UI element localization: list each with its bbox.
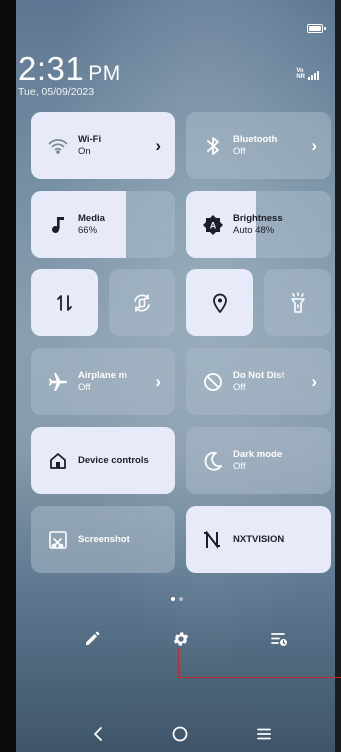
bluetooth-icon	[202, 135, 224, 157]
back-icon	[94, 727, 102, 741]
auto-rotate-tile[interactable]	[109, 269, 175, 336]
dnd-expand-chevron-icon[interactable]: ›	[311, 372, 317, 392]
page-dot[interactable]	[179, 597, 183, 601]
airplane-icon	[47, 371, 69, 393]
screenshot-icon	[47, 529, 69, 551]
location-tile[interactable]	[186, 269, 253, 336]
moon-icon	[202, 450, 224, 472]
notification-history-icon	[271, 633, 287, 646]
airplane-mode-tile[interactable]: Airplane m Off ›	[31, 348, 175, 415]
music-note-icon	[47, 214, 69, 236]
wifi-icon	[47, 135, 69, 157]
wifi-expand-chevron-icon[interactable]: ›	[155, 136, 161, 156]
home-nav-icon	[172, 726, 188, 742]
edit-icon	[86, 631, 100, 645]
media-volume-slider[interactable]: Media 66%	[31, 191, 175, 258]
bluetooth-expand-chevron-icon[interactable]: ›	[311, 136, 317, 156]
svg-text:A: A	[210, 220, 217, 230]
mobile-data-tile[interactable]	[31, 269, 98, 336]
airplane-expand-chevron-icon[interactable]: ›	[155, 372, 161, 392]
date-label: Tue, 05/09/2023	[18, 86, 95, 98]
location-pin-icon	[209, 292, 231, 314]
flashlight-icon	[287, 291, 309, 314]
home-icon	[47, 450, 69, 472]
do-not-disturb-tile[interactable]: Do Not Dist Off ›	[186, 348, 331, 415]
menu-icon	[257, 728, 271, 740]
screenshot-tile[interactable]: Screenshot	[31, 506, 175, 573]
device-controls-tile[interactable]: Device controls	[31, 427, 175, 494]
device-frame-right	[335, 0, 341, 752]
device-frame-left	[0, 0, 16, 752]
flashlight-tile[interactable]	[264, 269, 331, 336]
do-not-disturb-icon	[202, 371, 224, 393]
nxtvision-tile[interactable]: NXTVISION	[186, 506, 331, 573]
settings-icon	[173, 632, 189, 646]
brightness-auto-icon: A	[202, 214, 224, 236]
signal-icon: Vo NR	[296, 68, 319, 80]
bluetooth-tile[interactable]: Bluetooth Off ›	[186, 112, 331, 179]
brightness-slider[interactable]: A Brightness Auto 48%	[186, 191, 331, 258]
recents-button[interactable]	[252, 722, 276, 746]
clock[interactable]: 2:31 PM	[18, 50, 121, 88]
back-button[interactable]	[86, 722, 110, 746]
home-button[interactable]	[168, 722, 192, 746]
dark-mode-tile[interactable]: Dark mode Off	[186, 427, 331, 494]
annotation-line	[178, 648, 341, 678]
battery-icon	[307, 24, 326, 33]
edit-button[interactable]	[78, 625, 106, 653]
data-transfer-icon	[54, 292, 76, 314]
auto-rotate-icon	[131, 292, 153, 314]
page-indicator	[171, 597, 183, 601]
wifi-tile[interactable]: Wi-Fi On ›	[31, 112, 175, 179]
nxtvision-icon	[202, 529, 224, 551]
page-dot-active	[171, 597, 175, 601]
